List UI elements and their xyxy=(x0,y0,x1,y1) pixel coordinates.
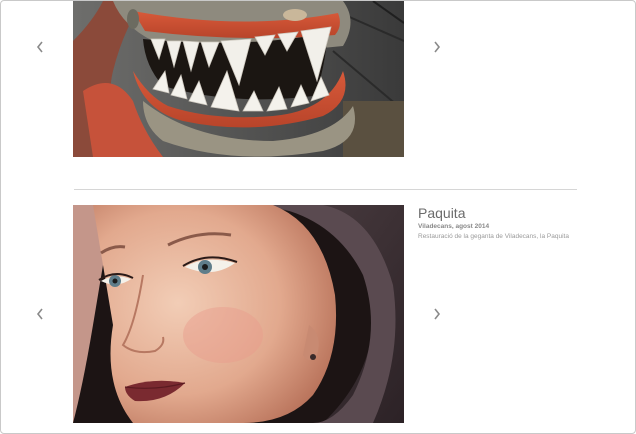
gallery-slide: Paquita Viladecans, agost 2014 Restaurac… xyxy=(1,205,635,425)
gallery-page: Paquita Viladecans, agost 2014 Restaurac… xyxy=(0,0,636,434)
slide-caption: Paquita Viladecans, agost 2014 Restaurac… xyxy=(418,205,618,240)
slide-image xyxy=(73,1,404,157)
chevron-right-icon xyxy=(434,308,441,320)
slide-meta: Viladecans, agost 2014 xyxy=(418,223,490,230)
prev-slide-button[interactable] xyxy=(29,303,51,325)
prev-slide-button[interactable] xyxy=(29,36,51,58)
slide-title: Paquita xyxy=(418,205,466,221)
gallery-slide xyxy=(1,1,635,161)
chevron-left-icon xyxy=(36,41,43,53)
slide-divider xyxy=(74,189,577,190)
slide-image xyxy=(73,205,404,423)
next-slide-button[interactable] xyxy=(426,303,448,325)
slide-description: Restauració de la geganta de Viladecans,… xyxy=(418,233,569,240)
next-slide-button[interactable] xyxy=(426,36,448,58)
chevron-right-icon xyxy=(434,41,441,53)
chevron-left-icon xyxy=(36,308,43,320)
